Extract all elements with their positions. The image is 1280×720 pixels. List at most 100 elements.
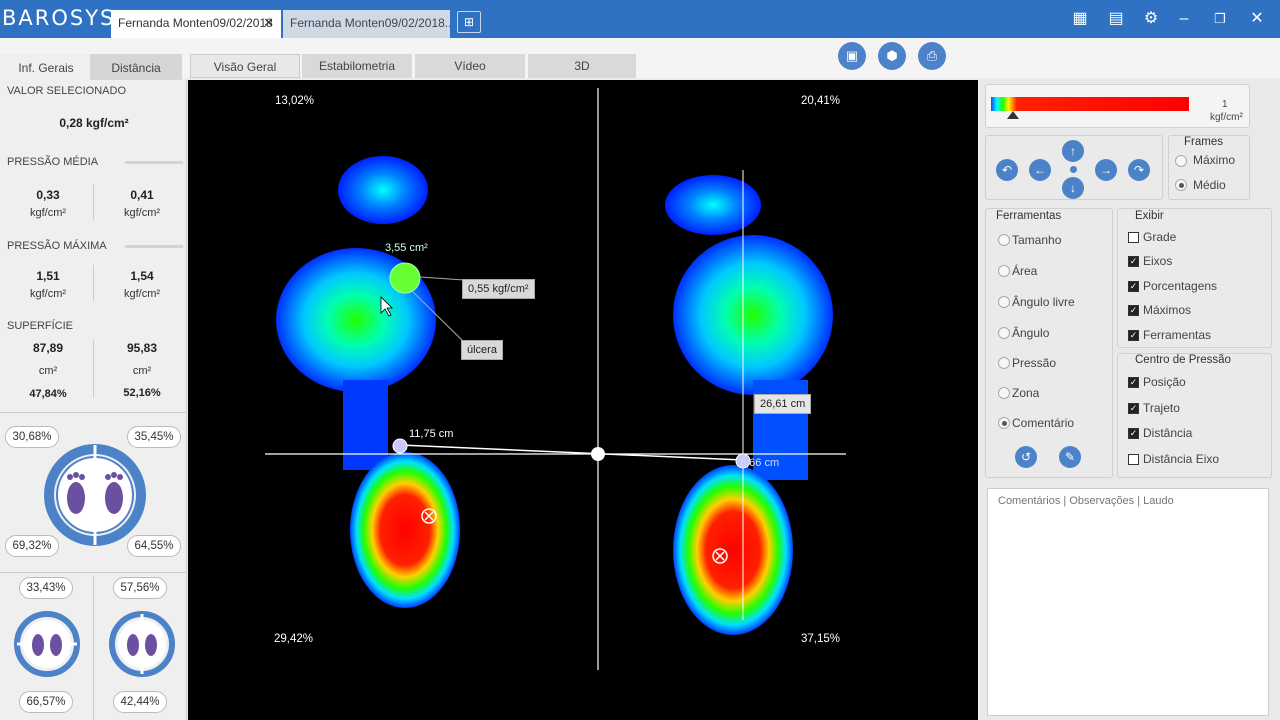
arrow-right-icon[interactable]: →: [1095, 159, 1117, 181]
unit-label: kgf/cm²: [29, 288, 67, 300]
surface-unit: cm²: [38, 365, 58, 377]
cop-title: Centro de Pressão: [1135, 354, 1231, 366]
close-window-icon[interactable]: ✕: [1245, 7, 1269, 31]
radio-pressao[interactable]: [998, 357, 1010, 369]
checkbox-trajeto[interactable]: ✓: [1128, 403, 1139, 414]
comments-textarea[interactable]: [987, 488, 1269, 716]
close-tab-icon[interactable]: ✕: [263, 15, 274, 31]
tool-angulo-livre[interactable]: Ângulo livre: [1012, 295, 1075, 309]
feet-balance-diagram: [44, 444, 146, 546]
column-divider: [93, 340, 94, 398]
arrow-down-icon[interactable]: ↓: [1062, 177, 1084, 199]
area-label: 3,55 cm²: [385, 242, 428, 254]
big-bottom-left-percent: 69,32%: [5, 535, 59, 557]
section-divider: [0, 412, 187, 413]
brush-clear-icon[interactable]: ✎: [1059, 446, 1081, 468]
column-divider: [93, 265, 94, 301]
radio-medio[interactable]: [1175, 179, 1187, 191]
radio-angulo[interactable]: [998, 327, 1010, 339]
file-tab-label: Fernanda Monten09/02/2018...: [290, 16, 450, 30]
maximize-icon[interactable]: ❐: [1208, 7, 1232, 31]
rotate-left-icon[interactable]: ↶: [996, 159, 1018, 181]
file-tab[interactable]: Fernanda Monten09/02/2018...: [283, 10, 450, 38]
unit-label: kgf/cm²: [123, 207, 161, 219]
checkbox-maximos[interactable]: ✓: [1128, 305, 1139, 316]
selected-value: 0,28 kgf/cm²: [59, 116, 129, 130]
checkbox-posicao[interactable]: ✓: [1128, 377, 1139, 388]
surface-right-percent: 52,16%: [123, 387, 161, 399]
pressure-annotation[interactable]: 0,55 kgf/cm²: [462, 279, 535, 299]
center-dot-icon[interactable]: [1070, 166, 1077, 173]
print-icon[interactable]: ⎙: [918, 42, 946, 70]
label-maximo: Máximo: [1193, 153, 1236, 167]
tool-tamanho[interactable]: Tamanho: [1012, 233, 1061, 247]
tab-estabilometria[interactable]: Estabilometria: [302, 54, 412, 78]
radio-angulo-livre[interactable]: [998, 296, 1010, 308]
save-icon[interactable]: ▣: [838, 42, 866, 70]
add-tab-icon[interactable]: ⊞: [457, 11, 481, 33]
small-left-top-percent: 33,43%: [19, 577, 73, 599]
column-divider: [93, 575, 94, 720]
label-porcentagens: Porcentagens: [1143, 279, 1218, 293]
tab-video[interactable]: Vídeo: [415, 54, 525, 78]
app-logo: BAROSYS: [2, 6, 116, 30]
radio-comentario[interactable]: [998, 417, 1010, 429]
label-ferramentas: Ferramentas: [1143, 328, 1212, 342]
axis-distance-label: 8,66 cm: [740, 457, 780, 469]
color-scale-bar[interactable]: [991, 97, 1189, 111]
undo-icon[interactable]: ↺: [1015, 446, 1037, 468]
tab-distancia[interactable]: Distância: [90, 54, 182, 80]
surface-right-value: 95,83: [126, 341, 158, 355]
tab-visao-geral[interactable]: Visão Geral: [190, 54, 300, 78]
checkbox-distancia[interactable]: ✓: [1128, 428, 1139, 439]
document-icon[interactable]: ▤: [1104, 7, 1128, 31]
scale-unit: kgf/cm²: [1210, 112, 1243, 123]
checkbox-ferramentas[interactable]: ✓: [1128, 330, 1139, 341]
gear-icon[interactable]: ⚙: [1139, 7, 1163, 31]
radio-area[interactable]: [998, 265, 1010, 277]
checkbox-distancia-eixo[interactable]: [1128, 454, 1139, 465]
label-posicao: Posição: [1143, 375, 1186, 389]
tool-zona[interactable]: Zona: [1012, 386, 1039, 400]
surface-unit: cm²: [132, 365, 152, 377]
display-title: Exibir: [1135, 210, 1164, 222]
dashboard-icon[interactable]: ▦: [1068, 7, 1092, 31]
surface-left-percent: 47,84%: [29, 388, 67, 400]
frames-title: Frames: [1184, 136, 1223, 148]
max-left-value: 1,51: [36, 269, 60, 283]
radio-tamanho[interactable]: [998, 234, 1010, 246]
checkbox-porcentagens[interactable]: ✓: [1128, 281, 1139, 292]
quadrant-bottom-left: 29,42%: [274, 633, 314, 645]
small-right-top-percent: 57,56%: [113, 577, 167, 599]
scale-pointer-icon[interactable]: [1007, 111, 1019, 119]
tab-inf-gerais[interactable]: Inf. Gerais: [0, 54, 92, 80]
arrow-up-icon[interactable]: ↑: [1062, 140, 1084, 162]
title-bar: BAROSYS Fernanda Monten09/02/2018 ✕ Fern…: [0, 0, 1280, 38]
selected-value-title: VALOR SELECIONADO: [7, 85, 126, 97]
file-tab-active[interactable]: Fernanda Monten09/02/2018 ✕: [111, 10, 281, 38]
mean-right-value: 0,41: [130, 188, 154, 202]
comment-annotation[interactable]: úlcera: [461, 340, 503, 360]
radio-maximo[interactable]: [1175, 155, 1187, 167]
rotate-right-icon[interactable]: ↷: [1128, 159, 1150, 181]
checkbox-eixos[interactable]: ✓: [1128, 256, 1139, 267]
tab-3d[interactable]: 3D: [528, 54, 636, 78]
label-distancia-eixo: Distância Eixo: [1143, 452, 1220, 466]
pressure-map-view[interactable]: 13,02% 20,41% 29,42% 37,15% 3,55 cm² 0,5…: [188, 80, 978, 720]
tool-comentario[interactable]: Comentário: [1012, 416, 1074, 430]
cube-icon[interactable]: ⬢: [878, 42, 906, 70]
checkbox-grade[interactable]: [1128, 232, 1139, 243]
display-box: Exibir Grade ✓ Eixos ✓ Porcentagens ✓ Má…: [1117, 208, 1272, 348]
navigation-box: ↶ ← ↑ ↓ → ↷: [985, 135, 1163, 200]
arrow-left-icon[interactable]: ←: [1029, 159, 1051, 181]
minimize-icon[interactable]: –: [1172, 7, 1196, 31]
scale-box: 1 kgf/cm²: [985, 84, 1250, 128]
label-medio: Médio: [1193, 178, 1226, 192]
column-divider: [93, 184, 94, 220]
radio-zona[interactable]: [998, 387, 1010, 399]
tool-area[interactable]: Área: [1012, 264, 1037, 278]
big-top-left-percent: 30,68%: [5, 426, 59, 448]
tool-pressao[interactable]: Pressão: [1012, 356, 1056, 370]
tool-angulo[interactable]: Ângulo: [1012, 326, 1049, 340]
controls-panel: 1 kgf/cm² ↶ ← ↑ ↓ → ↷ Frames Máximo Médi…: [980, 80, 1280, 720]
